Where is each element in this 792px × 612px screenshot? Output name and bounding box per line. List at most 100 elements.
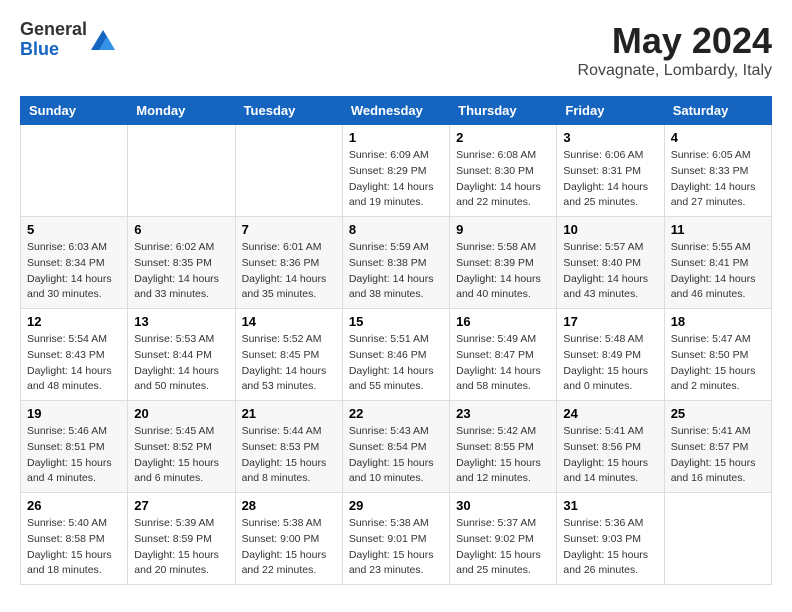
title-area: May 2024 Rovagnate, Lombardy, Italy bbox=[578, 20, 772, 80]
day-number: 24 bbox=[563, 406, 657, 421]
calendar-cell: 5 Sunrise: 6:03 AMSunset: 8:34 PMDaylight… bbox=[21, 217, 128, 309]
day-number: 17 bbox=[563, 314, 657, 329]
day-detail: Sunrise: 5:59 AMSunset: 8:38 PMDaylight:… bbox=[349, 240, 443, 303]
day-detail: Sunrise: 5:58 AMSunset: 8:39 PMDaylight:… bbox=[456, 240, 550, 303]
logo: General Blue bbox=[20, 20, 117, 60]
day-detail: Sunrise: 5:48 AMSunset: 8:49 PMDaylight:… bbox=[563, 332, 657, 395]
day-number: 29 bbox=[349, 498, 443, 513]
day-number: 11 bbox=[671, 222, 765, 237]
calendar-cell: 30Sunrise: 5:37 AMSunset: 9:02 PMDayligh… bbox=[450, 493, 557, 585]
calendar-cell: 31 Sunrise: 5:36 AMSunset: 9:03 PMDayligh… bbox=[557, 493, 664, 585]
day-number: 22 bbox=[349, 406, 443, 421]
logo-blue: Blue bbox=[20, 40, 87, 60]
calendar-cell: 16 Sunrise: 5:49 AMSunset: 8:47 PMDayligh… bbox=[450, 309, 557, 401]
calendar-cell: 1 Sunrise: 6:09 AMSunset: 8:29 PMDaylight… bbox=[342, 125, 449, 217]
page-header: General Blue May 2024 Rovagnate, Lombard… bbox=[20, 20, 772, 80]
weekday-header-monday: Monday bbox=[128, 97, 235, 125]
day-detail: Sunrise: 6:02 AMSunset: 8:35 PMDaylight:… bbox=[134, 240, 228, 303]
calendar-cell: 22 Sunrise: 5:43 AMSunset: 8:54 PMDayligh… bbox=[342, 401, 449, 493]
day-number: 7 bbox=[242, 222, 336, 237]
calendar-cell: 7Sunrise: 6:01 AMSunset: 8:36 PMDaylight… bbox=[235, 217, 342, 309]
day-number: 18 bbox=[671, 314, 765, 329]
week-row-2: 12 Sunrise: 5:54 AMSunset: 8:43 PMDayligh… bbox=[21, 309, 772, 401]
weekday-header-row: SundayMondayTuesdayWednesdayThursdayFrid… bbox=[21, 97, 772, 125]
calendar-cell: 21 Sunrise: 5:44 AMSunset: 8:53 PMDayligh… bbox=[235, 401, 342, 493]
weekday-header-friday: Friday bbox=[557, 97, 664, 125]
calendar-cell: 8 Sunrise: 5:59 AMSunset: 8:38 PMDaylight… bbox=[342, 217, 449, 309]
calendar-cell: 6 Sunrise: 6:02 AMSunset: 8:35 PMDaylight… bbox=[128, 217, 235, 309]
calendar-cell: 27Sunrise: 5:39 AMSunset: 8:59 PMDayligh… bbox=[128, 493, 235, 585]
calendar-cell: 23 Sunrise: 5:42 AMSunset: 8:55 PMDayligh… bbox=[450, 401, 557, 493]
calendar-cell: 4Sunrise: 6:05 AMSunset: 8:33 PMDaylight… bbox=[664, 125, 771, 217]
day-number: 14 bbox=[242, 314, 336, 329]
day-number: 12 bbox=[27, 314, 121, 329]
day-detail: Sunrise: 5:36 AMSunset: 9:03 PMDaylight:… bbox=[563, 516, 657, 579]
day-number: 20 bbox=[134, 406, 228, 421]
day-detail: Sunrise: 5:46 AMSunset: 8:51 PMDaylight:… bbox=[27, 424, 121, 487]
day-number: 8 bbox=[349, 222, 443, 237]
calendar-cell: 24 Sunrise: 5:41 AMSunset: 8:56 PMDayligh… bbox=[557, 401, 664, 493]
day-number: 2 bbox=[456, 130, 550, 145]
calendar-cell: 25Sunrise: 5:41 AMSunset: 8:57 PMDayligh… bbox=[664, 401, 771, 493]
calendar-cell: 13 Sunrise: 5:53 AMSunset: 8:44 PMDayligh… bbox=[128, 309, 235, 401]
day-detail: Sunrise: 5:51 AMSunset: 8:46 PMDaylight:… bbox=[349, 332, 443, 395]
day-number: 9 bbox=[456, 222, 550, 237]
calendar-cell: 18 Sunrise: 5:47 AMSunset: 8:50 PMDayligh… bbox=[664, 309, 771, 401]
day-detail: Sunrise: 5:47 AMSunset: 8:50 PMDaylight:… bbox=[671, 332, 765, 395]
day-number: 30 bbox=[456, 498, 550, 513]
day-detail: Sunrise: 6:05 AMSunset: 8:33 PMDaylight:… bbox=[671, 148, 765, 211]
day-detail: Sunrise: 5:54 AMSunset: 8:43 PMDaylight:… bbox=[27, 332, 121, 395]
calendar-cell: 2Sunrise: 6:08 AMSunset: 8:30 PMDaylight… bbox=[450, 125, 557, 217]
day-detail: Sunrise: 5:52 AMSunset: 8:45 PMDaylight:… bbox=[242, 332, 336, 395]
day-number: 13 bbox=[134, 314, 228, 329]
day-detail: Sunrise: 5:38 AMSunset: 9:00 PMDaylight:… bbox=[242, 516, 336, 579]
day-number: 1 bbox=[349, 130, 443, 145]
calendar-cell: 28 Sunrise: 5:38 AMSunset: 9:00 PMDayligh… bbox=[235, 493, 342, 585]
day-detail: Sunrise: 6:03 AMSunset: 8:34 PMDaylight:… bbox=[27, 240, 121, 303]
day-detail: Sunrise: 5:53 AMSunset: 8:44 PMDaylight:… bbox=[134, 332, 228, 395]
calendar-table: SundayMondayTuesdayWednesdayThursdayFrid… bbox=[20, 96, 772, 585]
weekday-header-sunday: Sunday bbox=[21, 97, 128, 125]
day-number: 26 bbox=[27, 498, 121, 513]
day-detail: Sunrise: 5:49 AMSunset: 8:47 PMDaylight:… bbox=[456, 332, 550, 395]
day-detail: Sunrise: 5:41 AMSunset: 8:56 PMDaylight:… bbox=[563, 424, 657, 487]
day-number: 3 bbox=[563, 130, 657, 145]
day-detail: Sunrise: 5:42 AMSunset: 8:55 PMDaylight:… bbox=[456, 424, 550, 487]
day-number: 6 bbox=[134, 222, 228, 237]
calendar-cell bbox=[21, 125, 128, 217]
day-detail: Sunrise: 5:40 AMSunset: 8:58 PMDaylight:… bbox=[27, 516, 121, 579]
calendar-cell: 14 Sunrise: 5:52 AMSunset: 8:45 PMDayligh… bbox=[235, 309, 342, 401]
weekday-header-saturday: Saturday bbox=[664, 97, 771, 125]
week-row-1: 5 Sunrise: 6:03 AMSunset: 8:34 PMDaylight… bbox=[21, 217, 772, 309]
day-number: 23 bbox=[456, 406, 550, 421]
day-detail: Sunrise: 5:44 AMSunset: 8:53 PMDaylight:… bbox=[242, 424, 336, 487]
calendar-cell bbox=[128, 125, 235, 217]
day-number: 15 bbox=[349, 314, 443, 329]
calendar-cell: 26 Sunrise: 5:40 AMSunset: 8:58 PMDayligh… bbox=[21, 493, 128, 585]
day-number: 31 bbox=[563, 498, 657, 513]
calendar-cell: 3 Sunrise: 6:06 AMSunset: 8:31 PMDaylight… bbox=[557, 125, 664, 217]
week-row-0: 1 Sunrise: 6:09 AMSunset: 8:29 PMDaylight… bbox=[21, 125, 772, 217]
calendar-cell: 11 Sunrise: 5:55 AMSunset: 8:41 PMDayligh… bbox=[664, 217, 771, 309]
logo-icon bbox=[89, 26, 117, 54]
month-title: May 2024 bbox=[578, 20, 772, 62]
day-detail: Sunrise: 5:43 AMSunset: 8:54 PMDaylight:… bbox=[349, 424, 443, 487]
day-detail: Sunrise: 5:55 AMSunset: 8:41 PMDaylight:… bbox=[671, 240, 765, 303]
day-detail: Sunrise: 5:38 AMSunset: 9:01 PMDaylight:… bbox=[349, 516, 443, 579]
day-detail: Sunrise: 5:45 AMSunset: 8:52 PMDaylight:… bbox=[134, 424, 228, 487]
day-number: 25 bbox=[671, 406, 765, 421]
weekday-header-tuesday: Tuesday bbox=[235, 97, 342, 125]
weekday-header-wednesday: Wednesday bbox=[342, 97, 449, 125]
calendar-cell: 29 Sunrise: 5:38 AMSunset: 9:01 PMDayligh… bbox=[342, 493, 449, 585]
calendar-cell: 19Sunrise: 5:46 AMSunset: 8:51 PMDayligh… bbox=[21, 401, 128, 493]
day-detail: Sunrise: 6:06 AMSunset: 8:31 PMDaylight:… bbox=[563, 148, 657, 211]
calendar-cell: 15 Sunrise: 5:51 AMSunset: 8:46 PMDayligh… bbox=[342, 309, 449, 401]
day-number: 28 bbox=[242, 498, 336, 513]
day-detail: Sunrise: 6:09 AMSunset: 8:29 PMDaylight:… bbox=[349, 148, 443, 211]
day-number: 21 bbox=[242, 406, 336, 421]
day-number: 5 bbox=[27, 222, 121, 237]
day-number: 16 bbox=[456, 314, 550, 329]
location-title: Rovagnate, Lombardy, Italy bbox=[578, 62, 772, 80]
logo-general: General bbox=[20, 20, 87, 40]
calendar-cell: 9 Sunrise: 5:58 AMSunset: 8:39 PMDaylight… bbox=[450, 217, 557, 309]
